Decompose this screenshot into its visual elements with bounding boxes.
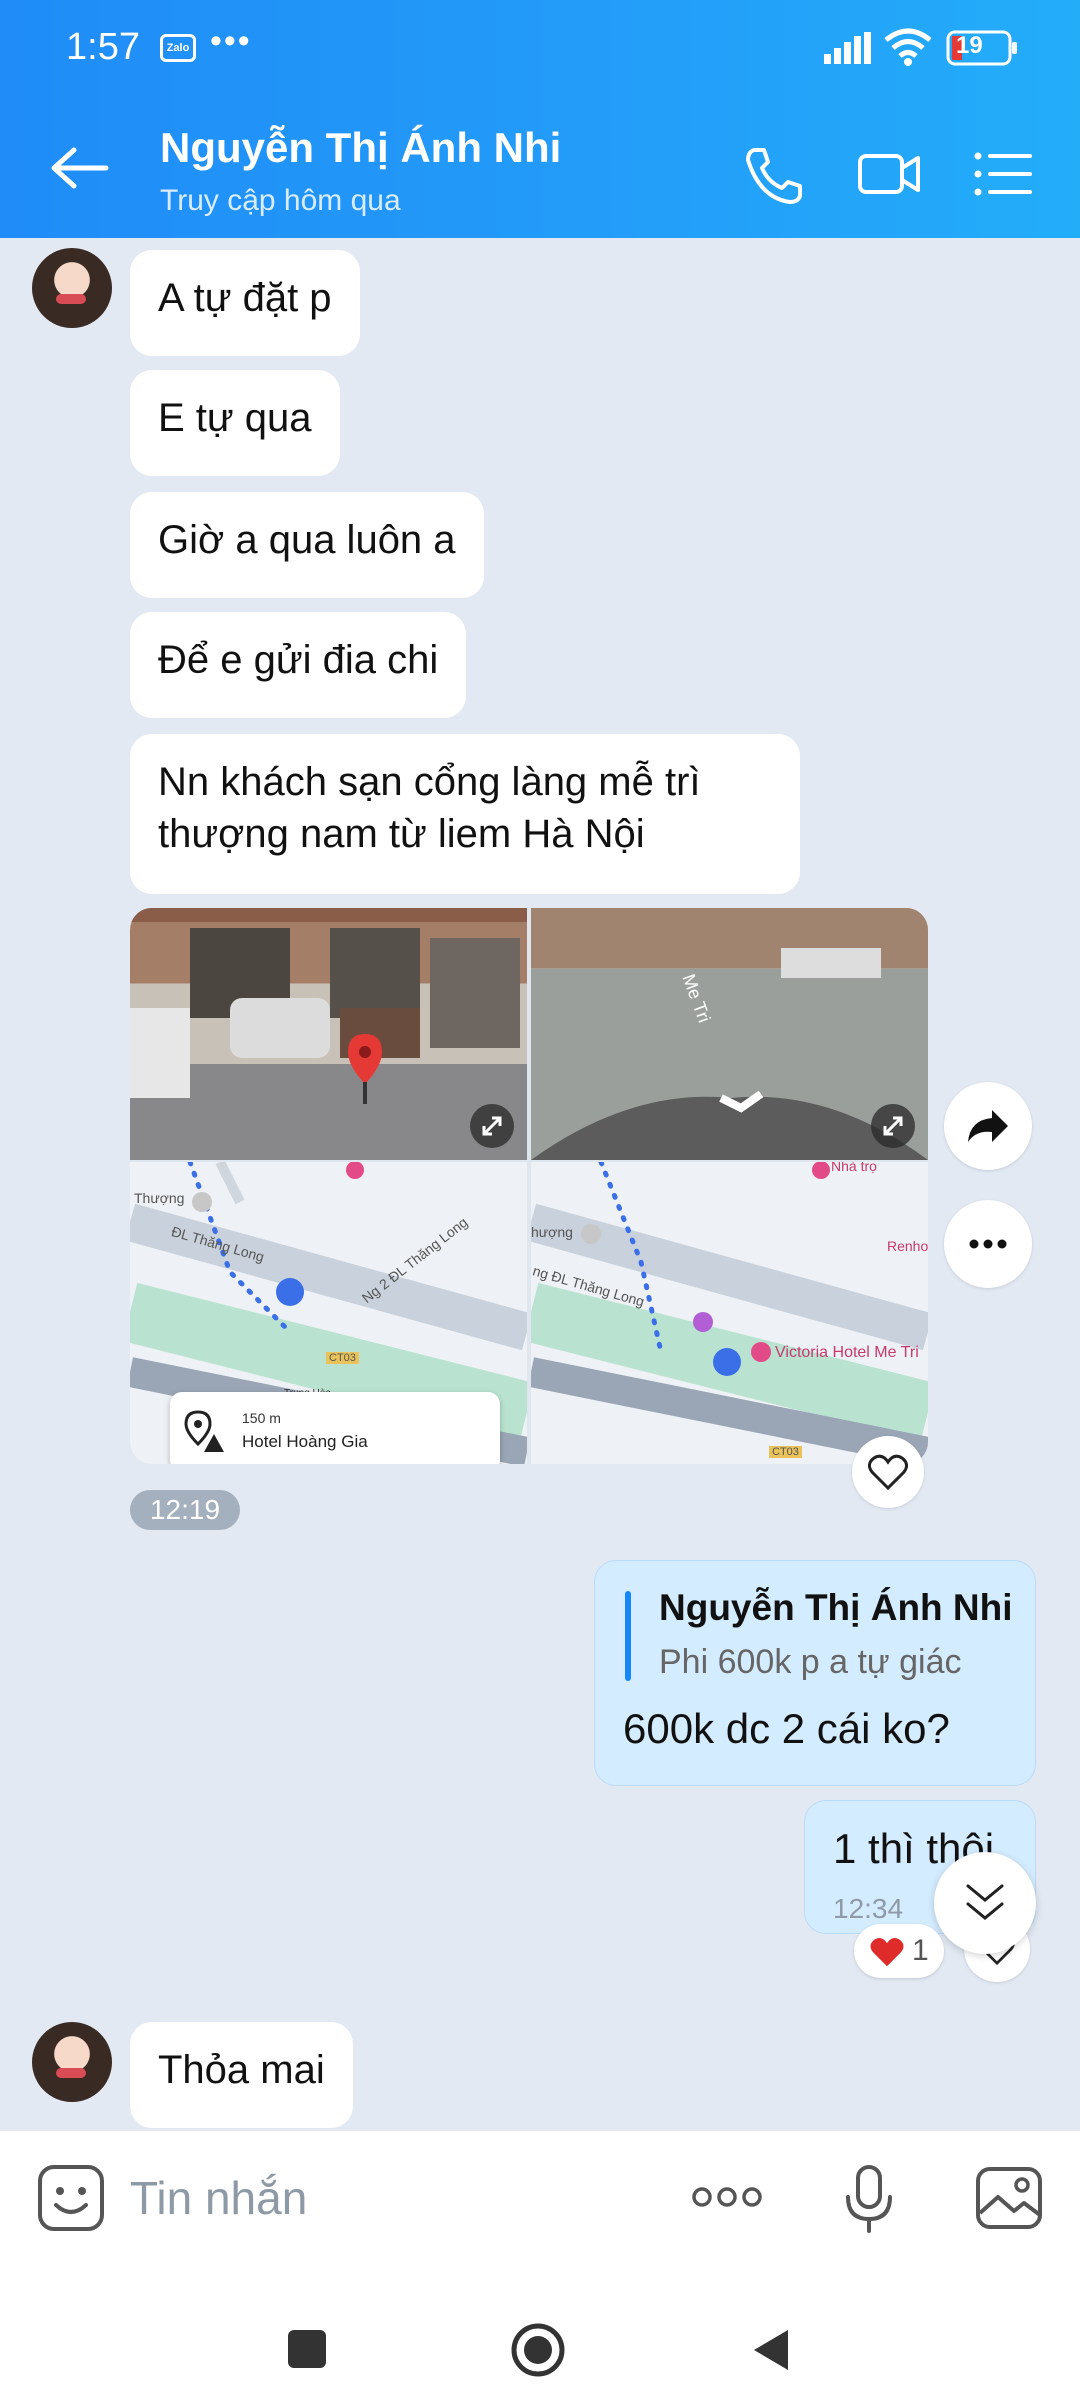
expand-arrows <box>883 1116 903 1136</box>
heart-icon <box>870 1937 904 1967</box>
quote-bar <box>625 1591 631 1681</box>
battery-level: 19 <box>956 32 983 59</box>
expand-icon[interactable] <box>871 1104 915 1148</box>
place-card[interactable]: 150 m Hotel Hoàng Gia <box>170 1392 500 1464</box>
street-view-photo[interactable] <box>130 908 527 1160</box>
contact-status: Truy cập hôm qua <box>160 184 401 217</box>
zalo-notification-icon: Zalo <box>160 34 196 62</box>
contact-avatar[interactable] <box>32 248 112 328</box>
reaction-chip[interactable]: 1 <box>854 1924 944 1978</box>
message-bubble[interactable]: Nn khách sạn cổng làng mễ trì thượng nam… <box>130 734 800 894</box>
map-label: Thượng <box>134 1190 185 1206</box>
map-label: CT03 <box>326 1352 359 1364</box>
message-timestamp: 12:19 <box>130 1490 240 1530</box>
wifi-icon <box>884 28 932 66</box>
location-pin-icon <box>348 1034 382 1104</box>
map-graphics <box>531 1162 928 1464</box>
map-label: CT03 <box>769 1446 802 1458</box>
scroll-to-bottom-button[interactable] <box>934 1852 1036 1954</box>
reaction-count: 1 <box>912 1934 929 1967</box>
back-arrow-icon[interactable] <box>44 138 114 198</box>
message-bubble[interactable]: E tự qua <box>130 370 340 476</box>
map-label: Nhà trọ <box>831 1162 877 1174</box>
image-gallery-icon[interactable] <box>974 2165 1044 2231</box>
street-view-photo[interactable]: Me Tri <box>531 908 928 1160</box>
more-options-icon[interactable] <box>690 2185 764 2209</box>
message-input[interactable]: Tin nhắn <box>130 2171 307 2225</box>
more-notifications-icon: ••• <box>210 22 252 60</box>
home-button[interactable] <box>510 2322 566 2378</box>
sticker-icon[interactable] <box>36 2163 106 2233</box>
message-bubble[interactable]: Thỏa mai <box>130 2022 353 2128</box>
reply-message-bubble[interactable]: Nguyễn Thị Ánh Nhi Phi 600k p a tự giác … <box>594 1560 1036 1786</box>
quoted-sender: Nguyễn Thị Ánh Nhi <box>659 1587 1013 1628</box>
more-icon <box>969 1239 1007 1249</box>
phone-icon[interactable] <box>740 144 806 204</box>
forward-button[interactable] <box>944 1082 1032 1170</box>
double-chevron-down-icon <box>966 1884 1004 1920</box>
contact-avatar[interactable] <box>32 2022 112 2102</box>
reply-text: 600k dc 2 cái ko? <box>623 1705 950 1752</box>
share-arrow-icon <box>968 1110 1008 1142</box>
place-distance: 150 m <box>242 1410 281 1426</box>
status-time: 1:57 <box>66 26 140 68</box>
street-view-scene <box>130 908 527 1098</box>
react-button[interactable] <box>852 1436 924 1508</box>
directions-place-icon <box>184 1410 224 1452</box>
place-name: Hotel Hoàng Gia <box>242 1432 368 1451</box>
microphone-icon[interactable] <box>844 2163 894 2235</box>
street-view-scene <box>531 908 928 1160</box>
map-label: hượng <box>531 1224 573 1240</box>
message-bubble[interactable]: Giờ a qua luôn a <box>130 492 484 598</box>
route-map[interactable]: Thượng ĐL Thăng Long Ng 2 ĐL Thăng Long … <box>130 1162 527 1464</box>
location-map-card[interactable]: Me Tri Thượng ĐL Thăng Long Ng 2 ĐL Thăn… <box>130 908 928 1464</box>
expand-icon[interactable] <box>470 1104 514 1148</box>
message-bubble[interactable]: Để e gửi đia chi <box>130 612 467 718</box>
map-label: Renho <box>887 1238 928 1254</box>
back-button[interactable] <box>748 2326 792 2374</box>
contact-name[interactable]: Nguyễn Thị Ánh Nhi <box>160 124 561 172</box>
status-bar: 1:57 Zalo ••• 19 <box>0 0 1080 100</box>
message-timestamp: 12:34 <box>833 1893 904 1924</box>
message-input-bar: Tin nhắn <box>0 2130 1080 2270</box>
route-map[interactable]: Nhà trọ hượng ng ĐL Thăng Long Victoria … <box>531 1162 928 1464</box>
expand-arrows <box>482 1116 502 1136</box>
system-navigation-bar <box>0 2270 1080 2400</box>
video-call-icon[interactable] <box>856 144 922 204</box>
map-label: Victoria Hotel Me Tri <box>775 1344 919 1361</box>
more-options-button[interactable] <box>944 1200 1032 1288</box>
menu-list-icon[interactable] <box>970 144 1036 204</box>
recent-apps-button[interactable] <box>286 2328 328 2370</box>
signal-icon <box>824 32 871 64</box>
chat-header: 1:57 Zalo ••• 19 Nguyễn Thị Ánh Nhi Truy… <box>0 0 1080 238</box>
heart-outline-icon <box>868 1454 908 1490</box>
quoted-text: Phi 600k p a tự giác <box>659 1643 962 1681</box>
message-bubble[interactable]: A tự đặt p <box>130 250 360 356</box>
